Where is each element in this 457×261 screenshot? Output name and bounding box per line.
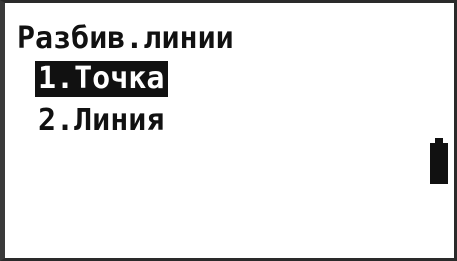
- menu-item-point[interactable]: 1.Точка: [35, 61, 169, 97]
- battery-body: [430, 143, 448, 184]
- menu-item-line[interactable]: 2.Линия: [35, 103, 168, 139]
- instrument-display: Разбив.линии 1.Точка 2.Линия: [0, 0, 457, 261]
- battery-icon: [430, 138, 448, 184]
- screen-title: Разбив.линии: [17, 21, 234, 56]
